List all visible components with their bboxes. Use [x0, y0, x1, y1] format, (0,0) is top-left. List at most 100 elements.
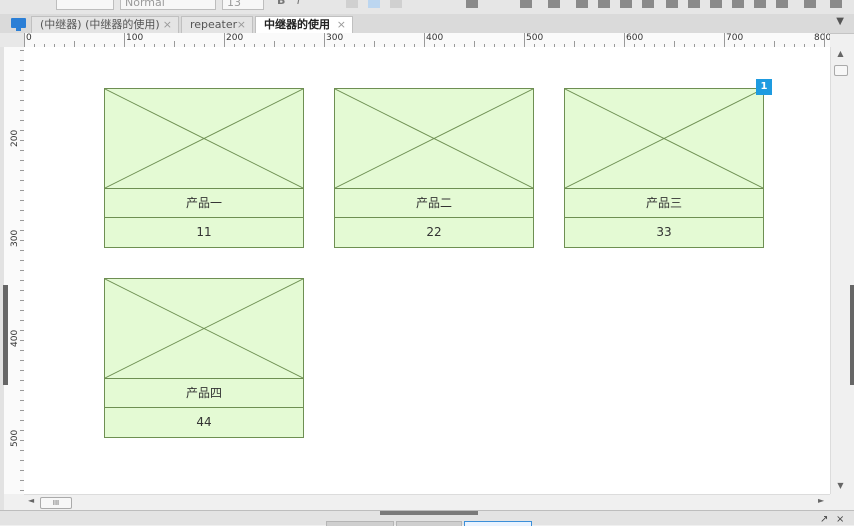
ruler-corner [0, 33, 24, 48]
vertical-ruler[interactable]: 200 300 400 500 [4, 47, 25, 494]
top-toolbar: Normal 13 B I [0, 0, 854, 15]
ruler-label: 200 [10, 129, 20, 147]
close-icon[interactable]: × [337, 17, 346, 33]
vertical-scrollbar[interactable]: ▲ ▼ [830, 47, 850, 494]
horizontal-ruler[interactable]: 0 100 200 300 400 500 600 700 800 [24, 33, 830, 48]
scroll-right-icon[interactable]: ► [818, 496, 824, 505]
ruler-tick [624, 33, 625, 47]
send-back-icon[interactable] [598, 0, 610, 8]
tab-list-dropdown-icon[interactable]: ▼ [836, 16, 844, 27]
product-name[interactable]: 产品四 [105, 379, 303, 408]
align-objects-icon[interactable] [754, 0, 766, 8]
ruler-label: 200 [226, 33, 244, 43]
repeater-item[interactable]: 产品二 22 [334, 88, 534, 248]
close-icon[interactable]: × [836, 514, 844, 525]
product-name[interactable]: 产品三 [565, 189, 763, 218]
design-canvas[interactable]: 产品一 11 产品二 22 产品三 33 1 产品四 44 [24, 47, 830, 494]
ruler-tick [424, 33, 425, 47]
arrange-icon[interactable] [548, 0, 560, 8]
repeater-item[interactable]: 产品三 33 [564, 88, 764, 248]
bottom-panel-tab[interactable] [326, 521, 394, 526]
close-icon[interactable]: × [237, 17, 246, 33]
ruler-label: 0 [26, 33, 32, 43]
ruler-tick [824, 33, 825, 47]
close-icon[interactable]: × [163, 17, 172, 33]
product-price[interactable]: 22 [335, 218, 533, 247]
bottom-panel-tab[interactable] [396, 521, 462, 526]
ruler-label: 800 [814, 33, 830, 43]
ruler-label: 500 [10, 429, 20, 447]
tab-label: 中继器的使用 [264, 18, 330, 31]
group-icon[interactable] [620, 0, 632, 8]
ruler-label: 100 [126, 33, 144, 43]
pin-icon[interactable]: ↗ [820, 514, 828, 525]
tab-label: repeater [190, 18, 238, 31]
scroll-left-icon[interactable]: ◄ [28, 496, 34, 505]
font-family-combo[interactable] [56, 0, 114, 10]
placeholder-cross-icon [335, 89, 533, 188]
align-objects-icon[interactable] [710, 0, 722, 8]
font-style-combo[interactable]: Normal [120, 0, 216, 10]
italic-button[interactable]: I [297, 0, 309, 7]
ruler-label: 600 [626, 33, 644, 43]
ruler-label: 400 [10, 329, 20, 347]
bring-front-icon[interactable] [576, 0, 588, 8]
left-panel-gutter [0, 47, 4, 510]
distribute-icon[interactable] [776, 0, 788, 8]
image-placeholder[interactable] [335, 89, 533, 189]
ruler-tick [324, 33, 325, 47]
tab-repeater[interactable]: repeater × [181, 16, 253, 33]
monitor-icon[interactable] [11, 18, 26, 31]
product-name[interactable]: 产品二 [335, 189, 533, 218]
distribute-icon[interactable] [830, 0, 842, 8]
text-color-icon[interactable] [466, 0, 478, 8]
ruler-label: 400 [426, 33, 444, 43]
tab-repeater-usage-parent[interactable]: (中继器) (中继器的使用) × [31, 16, 179, 33]
horizontal-scrollbar[interactable]: ◄ III ► [24, 494, 830, 510]
ruler-label: 500 [526, 33, 544, 43]
placeholder-cross-icon [105, 89, 303, 188]
scroll-up-icon[interactable]: ▲ [831, 49, 850, 58]
interaction-footnote-badge[interactable]: 1 [756, 79, 772, 95]
font-size-combo[interactable]: 13 [222, 0, 264, 10]
distribute-icon[interactable] [804, 0, 816, 8]
horizontal-scroll-thumb[interactable]: III [40, 497, 72, 509]
tab-repeater-usage[interactable]: 中继器的使用 × [255, 16, 353, 34]
repeater-item[interactable]: 产品一 11 [104, 88, 304, 248]
arrange-icon[interactable] [520, 0, 532, 8]
align-objects-icon[interactable] [732, 0, 744, 8]
panel-resize-grip[interactable] [380, 511, 478, 515]
left-panel-collapse-handle[interactable] [3, 285, 8, 385]
product-price[interactable]: 11 [105, 218, 303, 247]
product-name[interactable]: 产品一 [105, 189, 303, 218]
align-left-icon[interactable] [346, 0, 358, 8]
scroll-down-icon[interactable]: ▼ [831, 481, 850, 490]
align-objects-icon[interactable] [666, 0, 678, 8]
ruler-tick [724, 33, 725, 47]
align-center-icon[interactable] [368, 0, 380, 8]
ruler-label: 300 [10, 229, 20, 247]
product-price[interactable]: 33 [565, 218, 763, 247]
tab-label: (中继器) (中继器的使用) [40, 18, 160, 31]
ruler-tick [524, 33, 525, 47]
ungroup-icon[interactable] [642, 0, 654, 8]
document-tab-bar: (中继器) (中继器的使用) × repeater × 中继器的使用 × ▼ [0, 14, 854, 34]
placeholder-cross-icon [105, 279, 303, 378]
align-objects-icon[interactable] [688, 0, 700, 8]
ruler-tick [224, 33, 225, 47]
ruler-tick [124, 33, 125, 47]
product-price[interactable]: 44 [105, 408, 303, 437]
ruler-label: 300 [326, 33, 344, 43]
align-right-icon[interactable] [390, 0, 402, 8]
image-placeholder[interactable] [105, 279, 303, 379]
ruler-tick [24, 33, 25, 47]
right-panel-collapse-handle[interactable] [850, 285, 854, 385]
bold-button[interactable]: B [277, 0, 289, 7]
ruler-label: 700 [726, 33, 744, 43]
bottom-panel-tab[interactable] [464, 521, 532, 526]
vertical-scroll-thumb[interactable] [834, 65, 848, 76]
bottom-panel-strip: ↗ × [0, 510, 854, 526]
image-placeholder[interactable] [565, 89, 763, 189]
repeater-item[interactable]: 产品四 44 [104, 278, 304, 438]
image-placeholder[interactable] [105, 89, 303, 189]
